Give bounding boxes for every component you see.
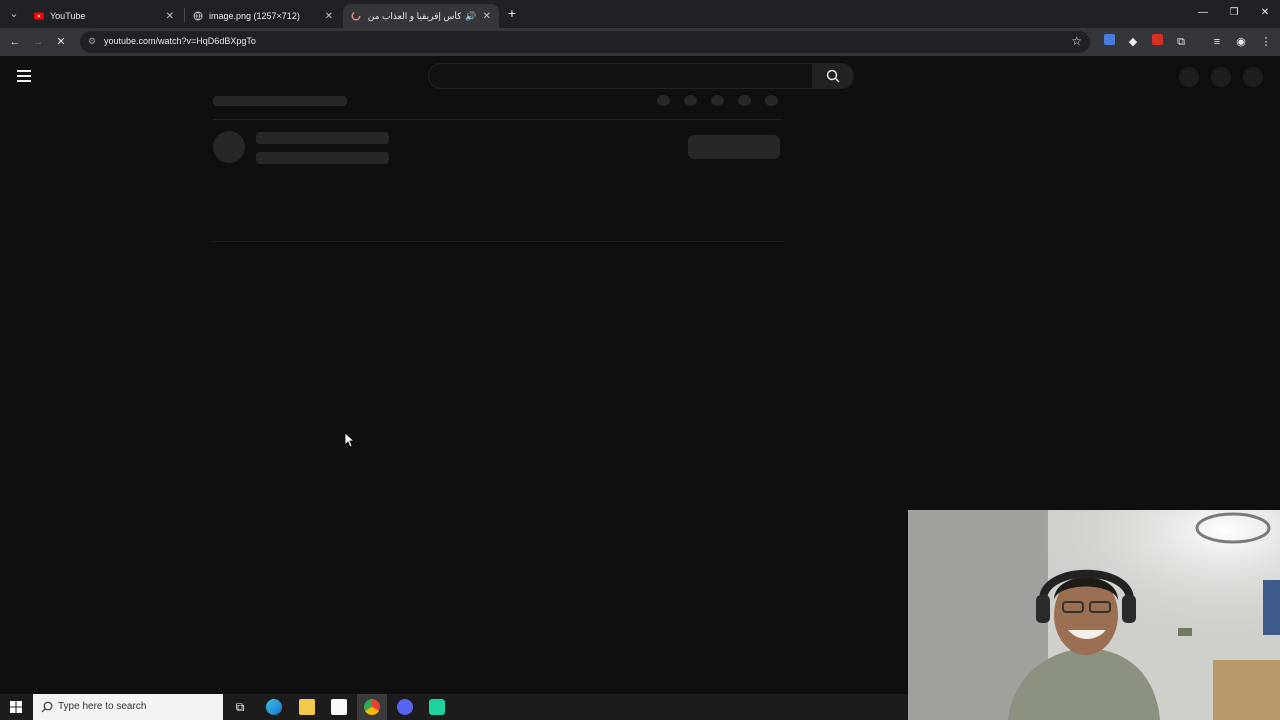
- store-icon[interactable]: [331, 699, 347, 715]
- file-explorer-icon[interactable]: [299, 699, 315, 715]
- divider: [213, 119, 783, 120]
- action-dot-skeleton: [711, 95, 724, 106]
- header-icon-placeholder: [1179, 67, 1199, 87]
- search-input[interactable]: [428, 63, 813, 89]
- action-dot-skeleton: [738, 95, 751, 106]
- bookmark-star-icon[interactable]: ☆: [1071, 34, 1082, 48]
- tab-search-dropdown-icon[interactable]: ⌄: [6, 6, 22, 22]
- stop-loading-icon[interactable]: ✕: [53, 34, 69, 50]
- media-controls-icon[interactable]: ≡: [1209, 34, 1225, 50]
- search-icon: [41, 701, 53, 713]
- divider: [213, 241, 783, 242]
- window-close-icon[interactable]: ✕: [1250, 4, 1280, 22]
- channel-name-skeleton: [256, 132, 389, 144]
- url-text[interactable]: youtube.com/watch?v=HqD6dBXpgTo: [104, 36, 256, 46]
- extension-red-icon[interactable]: [1149, 34, 1165, 50]
- globe-icon: [193, 11, 203, 21]
- extensions-puzzle-icon[interactable]: ⧉: [1173, 34, 1189, 50]
- new-tab-icon[interactable]: +: [504, 5, 520, 21]
- avatar: [1243, 67, 1263, 87]
- taskbar-search-box[interactable]: Type here to search: [33, 694, 223, 720]
- extension-diamond-icon[interactable]: ◆: [1125, 34, 1141, 50]
- close-icon[interactable]: ✕: [325, 11, 333, 22]
- site-info-icon[interactable]: ⚙: [88, 36, 98, 48]
- action-dot-skeleton: [657, 95, 670, 106]
- tab-title: كأس إفريقيا و العذاب من جد: [367, 10, 462, 21]
- restore-icon[interactable]: ❐: [1219, 4, 1249, 22]
- tab-youtube[interactable]: YouTube ✕: [26, 4, 182, 28]
- tab-title: image.png (1257×712): [209, 11, 300, 21]
- search-icon: [826, 69, 840, 83]
- action-dot-skeleton: [684, 95, 697, 106]
- windows-taskbar: Type here to search ⧉: [0, 694, 908, 720]
- close-icon[interactable]: ✕: [166, 11, 174, 22]
- profile-icon[interactable]: ◉: [1233, 34, 1249, 50]
- edge-browser-icon[interactable]: [266, 699, 282, 715]
- minimize-icon[interactable]: —: [1188, 4, 1218, 22]
- more-menu-icon[interactable]: ⋮: [1258, 34, 1274, 50]
- tab-title: YouTube: [50, 11, 86, 21]
- windows-start-icon[interactable]: [10, 701, 22, 713]
- tab-video[interactable]: كأس إفريقيا و العذاب من جد 🔊 ✕: [343, 4, 499, 28]
- tab-image[interactable]: image.png (1257×712) ✕: [185, 4, 341, 28]
- webcam-video-image: [908, 510, 1280, 720]
- browser-tab-strip: ⌄ YouTube ✕ image.png (1257×712) ✕ كأس إ…: [0, 0, 1280, 28]
- browser-toolbar: ← → ✕ ⚙ youtube.com/watch?v=HqD6dBXpgTo …: [0, 28, 1280, 56]
- loading-spinner-icon: [351, 11, 361, 21]
- app-icon[interactable]: [429, 699, 445, 715]
- back-arrow-icon[interactable]: ←: [7, 34, 23, 50]
- address-bar[interactable]: ⚙ youtube.com/watch?v=HqD6dBXpgTo ☆: [80, 31, 1090, 53]
- speaker-icon[interactable]: 🔊: [465, 11, 476, 22]
- action-dot-skeleton: [765, 95, 778, 106]
- title-skeleton: [213, 96, 347, 106]
- taskbar-search-placeholder: Type here to search: [58, 701, 147, 712]
- channel-avatar-skeleton: [213, 131, 245, 163]
- subscribe-button-skeleton: [688, 135, 780, 159]
- forward-arrow-icon[interactable]: →: [30, 34, 46, 50]
- close-icon[interactable]: ✕: [483, 11, 491, 22]
- task-view-icon[interactable]: ⧉: [232, 699, 248, 715]
- chrome-browser-icon[interactable]: [364, 699, 380, 715]
- search-button[interactable]: [812, 63, 854, 89]
- translate-extension-icon[interactable]: [1101, 34, 1117, 50]
- channel-subs-skeleton: [256, 152, 389, 164]
- discord-icon[interactable]: [397, 699, 413, 715]
- webcam-overlay: [908, 510, 1280, 720]
- mouse-cursor-icon: [345, 433, 355, 448]
- youtube-favicon-icon: [34, 12, 44, 20]
- menu-icon[interactable]: [17, 70, 31, 82]
- header-icon-placeholder: [1211, 67, 1231, 87]
